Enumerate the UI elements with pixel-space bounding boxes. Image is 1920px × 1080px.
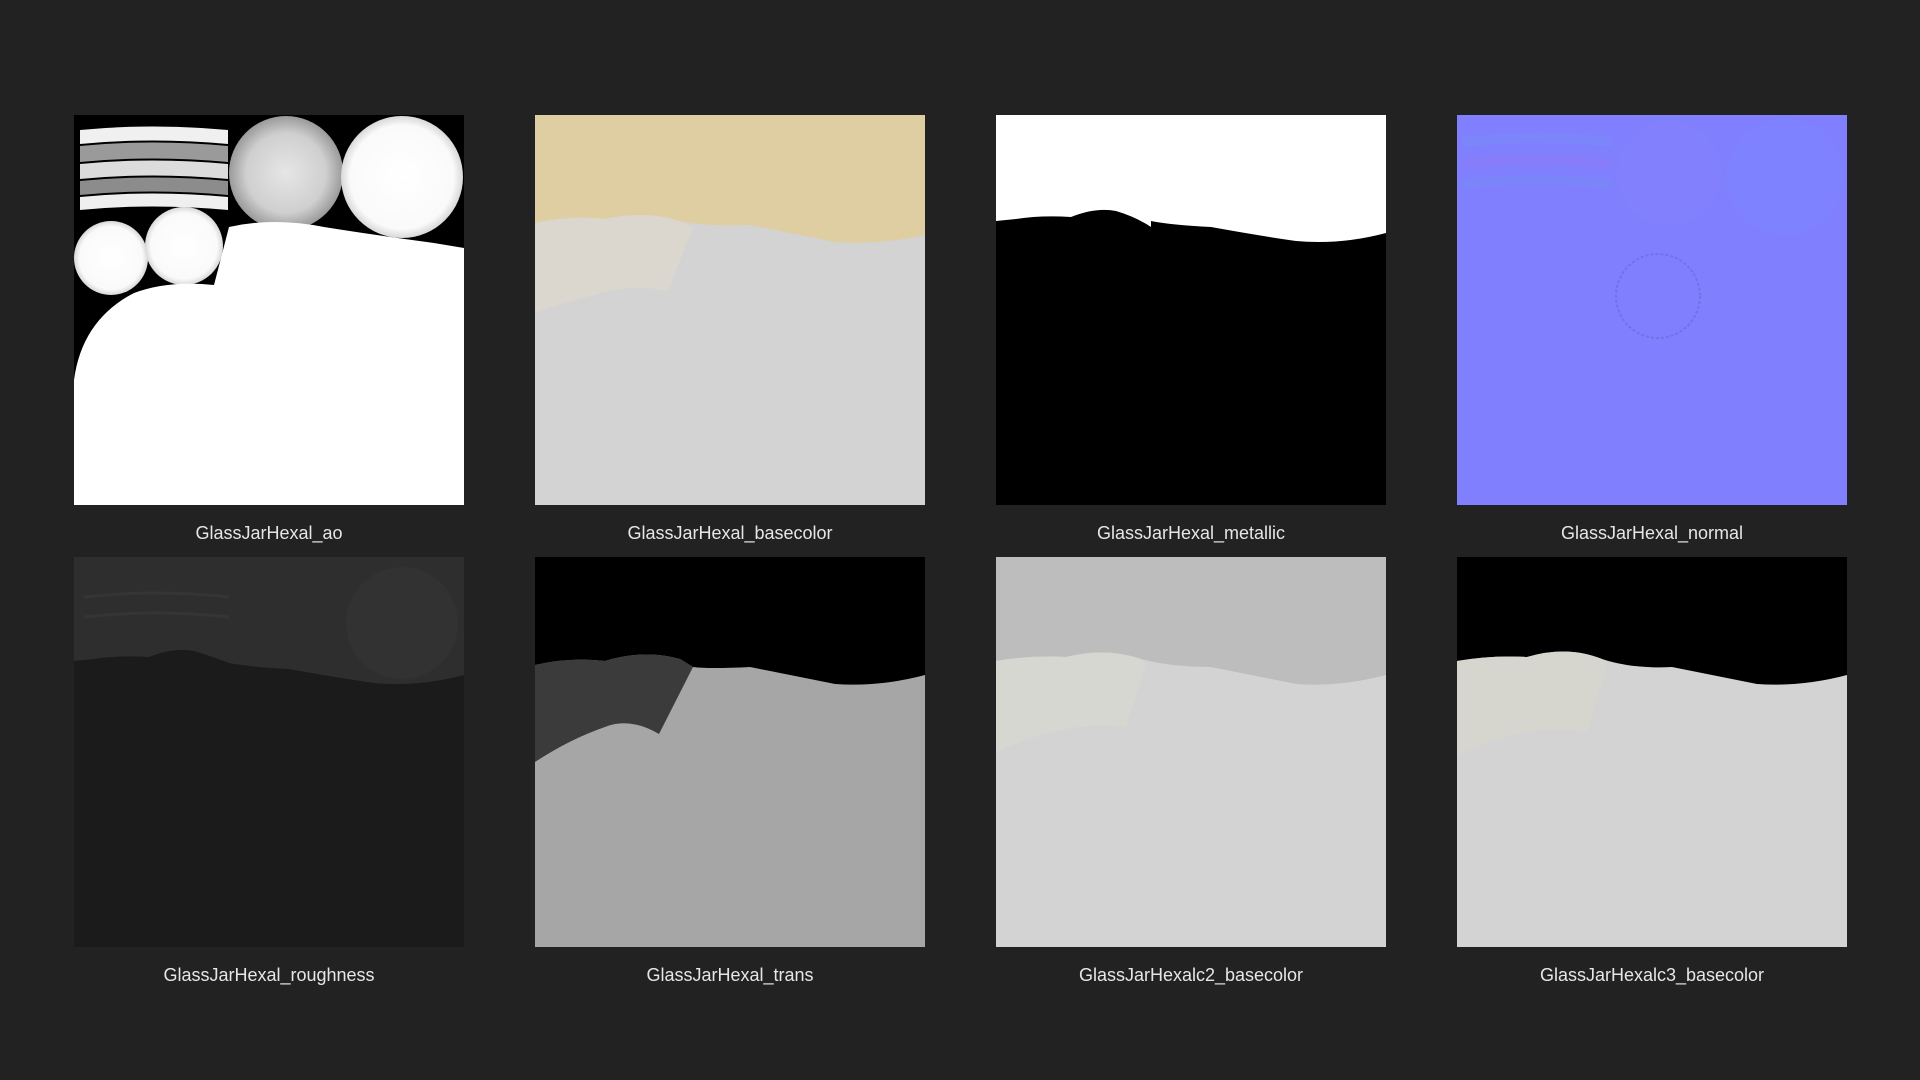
file-tile-ao[interactable]: GlassJarHexal_ao bbox=[74, 115, 464, 544]
file-tile-c2-basecolor[interactable]: GlassJarHexalc2_basecolor bbox=[996, 557, 1386, 986]
file-name-label: GlassJarHexal_trans bbox=[646, 965, 814, 985]
file-name-label: GlassJarHexal_roughness bbox=[163, 965, 375, 985]
file-name-label: GlassJarHexal_normal bbox=[1560, 523, 1744, 543]
file-browser-grid: GlassJarHexal_ao GlassJarHexal_basecolor… bbox=[0, 0, 1920, 1080]
texture-thumbnail-c3-basecolor[interactable] bbox=[1457, 557, 1847, 947]
file-tile-c3-basecolor[interactable]: GlassJarHexalc3_basecolor bbox=[1457, 557, 1847, 986]
file-tile-basecolor[interactable]: GlassJarHexal_basecolor bbox=[535, 115, 925, 544]
file-name-label: GlassJarHexal_ao bbox=[195, 523, 343, 543]
texture-thumbnail-normal[interactable] bbox=[1457, 115, 1847, 505]
texture-thumbnail-ao[interactable] bbox=[74, 115, 464, 505]
file-tile-roughness[interactable]: GlassJarHexal_roughness bbox=[74, 557, 464, 986]
file-name-label: GlassJarHexalc2_basecolor bbox=[1078, 965, 1304, 985]
file-tile-normal[interactable]: GlassJarHexal_normal bbox=[1457, 115, 1847, 544]
file-tile-metallic[interactable]: GlassJarHexal_metallic bbox=[996, 115, 1386, 544]
file-tile-trans[interactable]: GlassJarHexal_trans bbox=[535, 557, 925, 986]
texture-thumbnail-trans[interactable] bbox=[535, 557, 925, 947]
texture-thumbnail-metallic[interactable] bbox=[996, 115, 1386, 505]
file-name-label: GlassJarHexal_metallic bbox=[1096, 523, 1286, 543]
file-name-label: GlassJarHexalc3_basecolor bbox=[1539, 965, 1765, 985]
texture-thumbnail-basecolor[interactable] bbox=[535, 115, 925, 505]
texture-thumbnail-c2-basecolor[interactable] bbox=[996, 557, 1386, 947]
texture-thumbnail-roughness[interactable] bbox=[74, 557, 464, 947]
file-name-label: GlassJarHexal_basecolor bbox=[627, 523, 833, 543]
